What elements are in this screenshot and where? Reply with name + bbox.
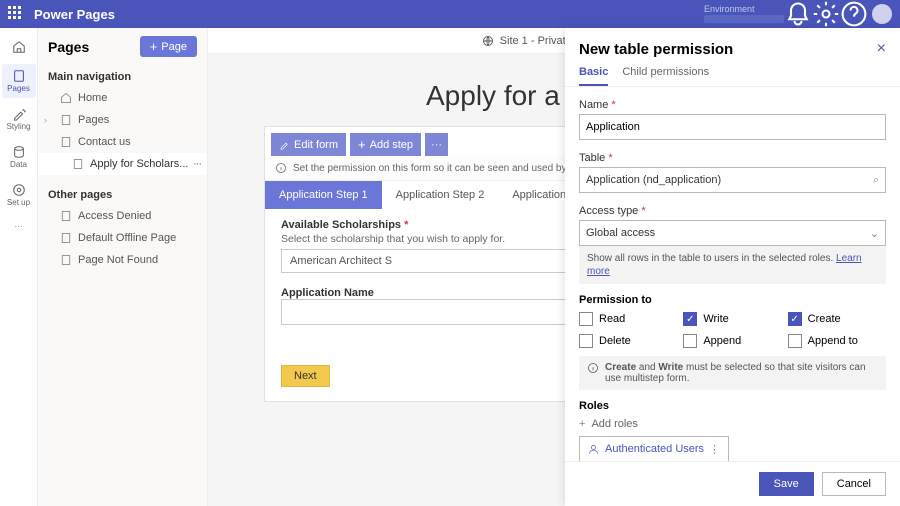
nav-item-home[interactable]: Home <box>38 87 207 109</box>
tab-child-permissions[interactable]: Child permissions <box>622 66 709 86</box>
settings-icon[interactable] <box>812 0 840 28</box>
nav-item-notfound[interactable]: Page Not Found <box>38 249 207 271</box>
perm-append[interactable]: Append <box>683 334 781 348</box>
info-icon <box>587 362 599 374</box>
permission-to-label: Permission to <box>579 294 886 306</box>
section-other-pages: Other pages <box>38 183 207 205</box>
close-panel-icon[interactable]: × <box>877 40 886 58</box>
more-actions-button[interactable]: ··· <box>425 133 448 156</box>
perm-delete[interactable]: Delete <box>579 334 677 348</box>
perm-write[interactable]: Write <box>683 312 781 326</box>
chip-menu-icon[interactable]: ⋮ <box>709 443 720 456</box>
nav-item-apply[interactable]: Apply for Scholars... <box>38 153 207 175</box>
role-chip[interactable]: Authenticated Users ⋮ <box>579 436 729 461</box>
styling-workspace[interactable]: Styling <box>2 102 36 136</box>
app-launcher-icon[interactable] <box>8 6 24 22</box>
perm-create[interactable]: Create <box>788 312 886 326</box>
name-input[interactable] <box>579 114 886 140</box>
chevron-down-icon: ⌄ <box>870 227 879 240</box>
setup-workspace[interactable]: Set up <box>2 178 36 212</box>
page-nav: Pages +Page Main navigation Home ›Pages … <box>38 28 208 506</box>
left-rail: Pages Styling Data Set up ··· <box>0 28 38 506</box>
access-label: Access type <box>579 205 646 217</box>
add-roles-button[interactable]: +Add roles <box>579 418 886 430</box>
cancel-button[interactable]: Cancel <box>822 472 886 496</box>
nav-title: Pages <box>48 39 89 55</box>
more-icon[interactable]: ··· <box>2 216 36 236</box>
user-icon <box>588 444 599 455</box>
panel-tabs: Basic Child permissions <box>565 66 900 87</box>
table-combo[interactable]: Application (nd_application)⌕ <box>579 167 886 193</box>
help-icon[interactable] <box>840 0 868 28</box>
home-icon[interactable] <box>2 34 36 60</box>
nav-item-access-denied[interactable]: Access Denied <box>38 205 207 227</box>
tab-basic[interactable]: Basic <box>579 66 608 86</box>
permission-warning: Create and Write must be selected so tha… <box>579 356 886 390</box>
tab-step1[interactable]: Application Step 1 <box>265 181 382 209</box>
edit-form-button[interactable]: Edit form <box>271 133 346 156</box>
new-page-button[interactable]: +Page <box>140 36 197 57</box>
info-icon <box>275 162 287 174</box>
name-label: Name <box>579 99 616 111</box>
search-icon: ⌕ <box>873 174 879 187</box>
globe-icon <box>482 35 494 47</box>
nav-item-contact[interactable]: Contact us <box>38 131 207 153</box>
access-note: Show all rows in the table to users in t… <box>579 246 886 284</box>
permission-grid: Read Write Create Delete Append Append t… <box>579 312 886 348</box>
access-combo[interactable]: Global access⌄ <box>579 220 886 246</box>
add-step-button[interactable]: +Add step <box>350 133 421 156</box>
next-button[interactable]: Next <box>281 365 330 387</box>
tab-step2[interactable]: Application Step 2 <box>382 181 499 209</box>
pages-workspace[interactable]: Pages <box>2 64 36 98</box>
nav-item-pages[interactable]: ›Pages <box>38 109 207 131</box>
environment-picker[interactable]: Environment <box>698 5 784 24</box>
roles-section-label: Roles <box>579 400 886 412</box>
perm-read[interactable]: Read <box>579 312 677 326</box>
nav-item-offline[interactable]: Default Offline Page <box>38 227 207 249</box>
data-workspace[interactable]: Data <box>2 140 36 174</box>
panel-title: New table permission <box>579 41 733 58</box>
section-main-navigation: Main navigation <box>38 65 207 87</box>
table-permission-panel: New table permission × Basic Child permi… <box>565 28 900 506</box>
app-banner: Power Pages Environment <box>0 0 900 28</box>
notifications-icon[interactable] <box>784 0 812 28</box>
brand-name: Power Pages <box>34 7 115 22</box>
perm-append-to[interactable]: Append to <box>788 334 886 348</box>
table-label: Table <box>579 152 613 164</box>
save-button[interactable]: Save <box>759 472 814 496</box>
avatar[interactable] <box>872 4 892 24</box>
